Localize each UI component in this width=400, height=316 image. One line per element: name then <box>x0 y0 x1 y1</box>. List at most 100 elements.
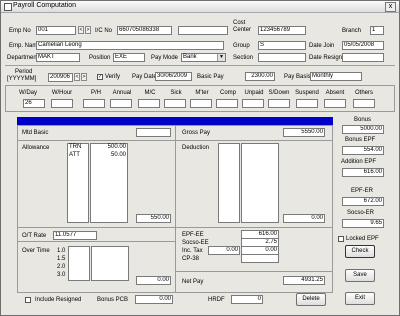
mtd-basic-label: Mtd Basic <box>22 130 49 136</box>
attendance-value[interactable] <box>242 99 264 108</box>
row-divider <box>175 227 333 228</box>
attendance-value[interactable] <box>353 99 375 108</box>
attendance-header: Comp <box>219 90 236 96</box>
include-resigned-checkbox[interactable] <box>25 297 31 303</box>
branch-label: Branch <box>342 28 362 34</box>
attendance-value[interactable] <box>268 99 290 108</box>
ic-no-field[interactable]: 660705086338 <box>117 26 172 35</box>
group-field[interactable]: S <box>258 41 306 50</box>
payroll-window: Payroll Computation x Emp No 001 < > I/C… <box>0 0 400 316</box>
position-field[interactable]: EXE <box>113 53 145 62</box>
period-next-button[interactable]: > <box>81 73 87 81</box>
attendance-value[interactable] <box>190 99 212 108</box>
date-resign-field[interactable] <box>342 53 384 62</box>
pay-date-label: Pay Date <box>132 74 157 80</box>
period-field[interactable]: 200906 <box>48 73 73 82</box>
socso-er-label: Socso-ER <box>347 210 375 216</box>
attendance-value[interactable] <box>51 99 73 108</box>
deduction-code-column[interactable] <box>218 143 240 223</box>
socso-ee-label: Socso-EE <box>182 240 209 246</box>
bonus-pcb-field[interactable]: 0.00 <box>135 295 173 304</box>
attendance-value[interactable] <box>83 99 105 108</box>
overtime-total-field[interactable]: 0.00 <box>136 276 171 285</box>
allowance-total-field[interactable]: 550.00 <box>136 214 171 223</box>
cost-center-label: Cost Center <box>233 20 252 33</box>
section-field[interactable] <box>258 53 306 62</box>
ic-no-extra-field[interactable] <box>178 26 228 35</box>
department-field[interactable]: MAKT <box>36 53 80 62</box>
verify-checkbox[interactable]: ✓ <box>97 74 103 80</box>
bonus-epf-field[interactable]: 554.00 <box>342 146 384 155</box>
row-divider <box>17 241 175 242</box>
emp-prev-button[interactable]: < <box>78 26 84 34</box>
allowance-code[interactable]: ATT <box>69 151 80 159</box>
attendance-header: W/Day <box>19 90 37 96</box>
chevron-down-icon: ▼ <box>217 54 225 61</box>
emp-next-button[interactable]: > <box>85 26 91 34</box>
date-join-label: Date Join <box>309 43 335 49</box>
deduction-amount-column[interactable] <box>241 143 279 223</box>
mtd-basic-field[interactable] <box>136 128 171 137</box>
pay-basis-field[interactable]: Monthly <box>310 72 362 81</box>
attendance-value[interactable] <box>296 99 318 108</box>
net-pay-field[interactable]: 4931.25 <box>283 276 325 285</box>
ot-rate-field[interactable]: 11.0577 <box>53 231 97 240</box>
app-icon <box>4 3 12 11</box>
attendance-value[interactable]: 26 <box>23 99 45 108</box>
pay-mode-value: Bank <box>183 54 197 60</box>
attendance-value[interactable] <box>164 99 186 108</box>
socso-er-field[interactable]: 9.65 <box>342 219 384 228</box>
attendance-value[interactable] <box>110 99 132 108</box>
period-prev-button[interactable]: < <box>74 73 80 81</box>
section-label: Section <box>233 55 254 61</box>
branch-field[interactable]: 1 <box>370 26 384 35</box>
attendance-header: Unpaid <box>244 90 264 96</box>
attendance-value[interactable] <box>216 99 238 108</box>
attendance-header: Absent <box>325 90 345 96</box>
overtime-amount-column[interactable] <box>91 246 129 281</box>
gross-pay-field[interactable]: 5550.00 <box>283 128 325 137</box>
allowance-amount[interactable]: 500.00 <box>92 143 126 151</box>
attendance-value[interactable] <box>324 99 346 108</box>
row-divider <box>175 140 333 141</box>
hrdf-field[interactable]: 0 <box>231 295 263 304</box>
save-button[interactable]: Save <box>345 269 375 282</box>
delete-button[interactable]: Delete <box>296 293 326 306</box>
addition-epf-label: Addition EPF <box>341 159 377 165</box>
date-join-field[interactable]: 05/05/2008 <box>342 41 384 50</box>
attendance-header: W/Hour <box>51 90 73 96</box>
allowance-code[interactable]: TRN <box>69 143 81 151</box>
include-resigned-label: Include Resigned <box>35 297 82 303</box>
attendance-value[interactable] <box>138 99 160 108</box>
pay-mode-select[interactable]: Bank ▼ <box>181 53 226 62</box>
basic-pay-field[interactable]: 2300.00 <box>245 72 275 81</box>
pay-date-field[interactable]: 30/06/2009 <box>155 72 192 81</box>
ic-no-label: I/C No <box>95 28 113 34</box>
emp-no-field[interactable]: 001 <box>36 26 76 35</box>
locked-epf-checkbox[interactable] <box>338 236 344 242</box>
deduction-total-field[interactable]: 0.00 <box>283 214 325 223</box>
addition-epf-field[interactable]: 616.00 <box>342 168 384 177</box>
date-resign-label: Date Resign <box>309 55 343 61</box>
department-label: Department <box>7 55 39 61</box>
attendance-header: Annual <box>112 90 132 96</box>
deduction-label: Deduction <box>182 145 210 151</box>
attendance-header: Others <box>354 90 373 96</box>
row-divider <box>17 227 175 228</box>
net-pay-label: Net Pay <box>182 279 204 285</box>
check-button[interactable]: Check <box>345 245 375 258</box>
emp-name-field[interactable]: Camelian Leong <box>36 41 224 50</box>
group-label: Group <box>233 43 250 49</box>
exit-button[interactable]: Exit <box>345 292 375 305</box>
cp38-field[interactable] <box>241 254 279 263</box>
gross-pay-label: Gross Pay <box>182 130 211 136</box>
column-divider <box>175 125 176 293</box>
cost-center-field[interactable]: 123456789 <box>258 26 306 35</box>
epf-er-field[interactable]: 672.00 <box>342 197 384 206</box>
overtime-rate: 1.5 <box>57 256 66 262</box>
overtime-hours-column[interactable] <box>68 246 90 281</box>
inc-tax-field-a[interactable]: 0.00 <box>208 246 240 255</box>
allowance-amount[interactable]: 50.00 <box>92 151 126 159</box>
bonus-field[interactable]: 5000.00 <box>342 125 384 134</box>
close-button[interactable]: x <box>385 2 396 12</box>
